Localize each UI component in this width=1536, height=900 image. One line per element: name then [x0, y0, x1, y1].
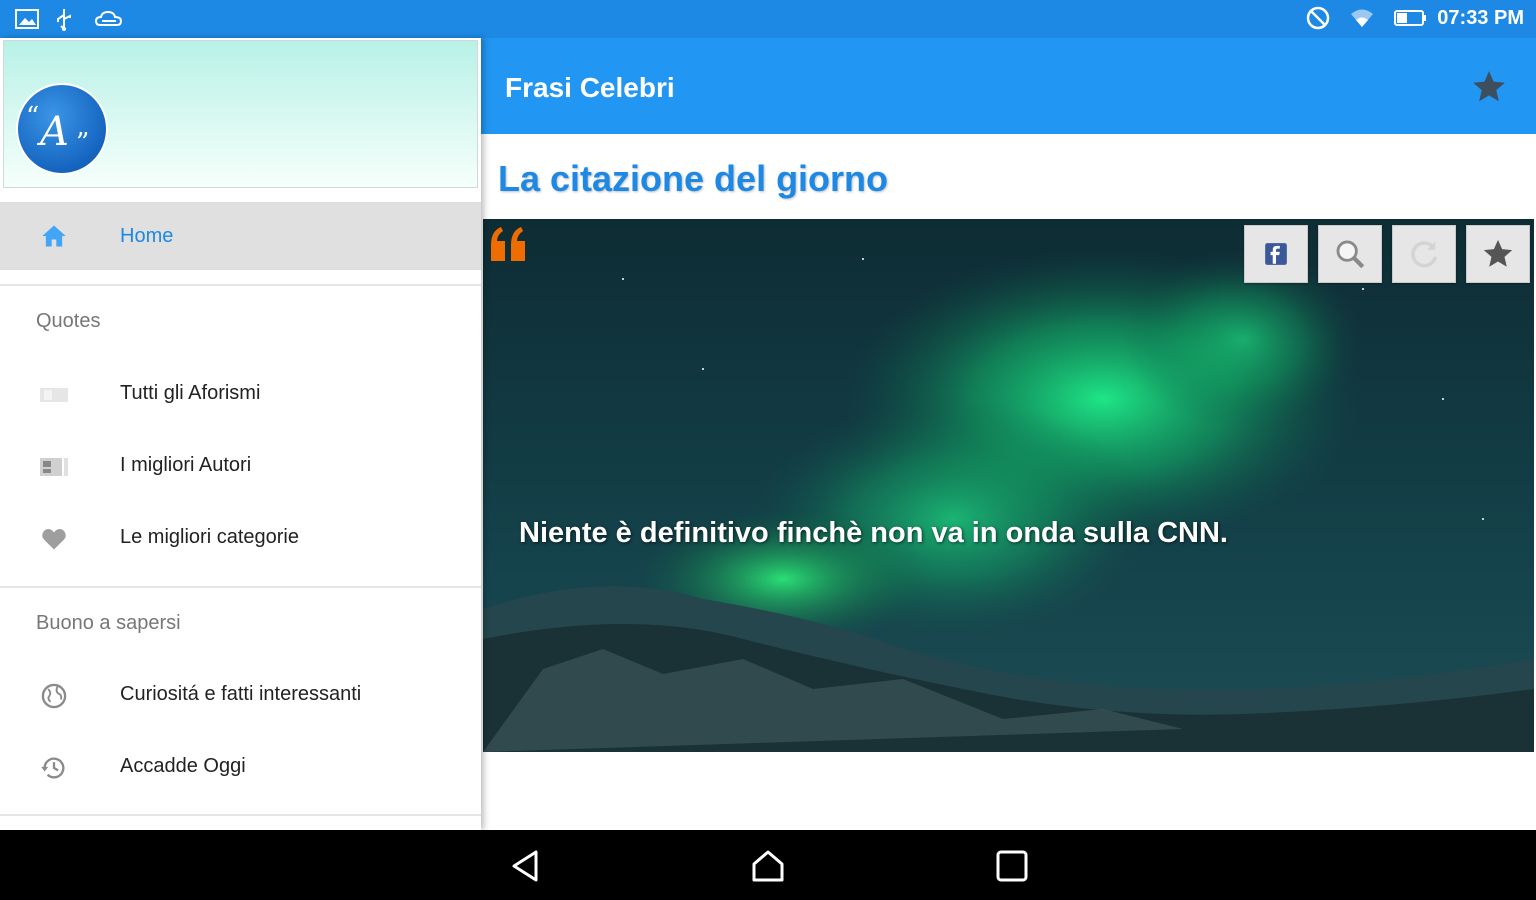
- quote-text: Niente è definitivo finchè non va in ond…: [519, 517, 1228, 549]
- section-header-quotes: Quotes: [36, 310, 101, 332]
- back-icon: [512, 850, 538, 882]
- quote-actions: [1244, 225, 1530, 283]
- contacts-icon: [38, 453, 70, 481]
- navigation-drawer: “ A ” Home Quotes Tutti gli Aforismi I m…: [0, 38, 481, 830]
- page-title: La citazione del giorno: [498, 158, 889, 199]
- app-title: Frasi Celebri: [505, 72, 675, 103]
- globe-icon: [38, 682, 70, 710]
- nav-item-best-authors[interactable]: I migliori Autori: [0, 433, 481, 497]
- section-header-good-to-know: Buono a sapersi: [36, 612, 181, 634]
- heart-icon: [38, 525, 70, 553]
- refresh-icon: [1411, 241, 1438, 268]
- divider: [0, 586, 481, 588]
- wifi-icon: [1349, 6, 1375, 30]
- home-button[interactable]: [750, 848, 786, 884]
- home-icon: [38, 222, 70, 250]
- divider: [0, 284, 481, 286]
- app-bar: Frasi Celebri: [481, 38, 1536, 134]
- recents-button[interactable]: [994, 848, 1030, 884]
- status-bar: 07:33 PM: [0, 0, 1536, 38]
- nav-label-all-aphorisms: Tutti gli Aforismi: [120, 382, 261, 404]
- quote-of-the-day-card: Niente è definitivo finchè non va in ond…: [483, 219, 1534, 752]
- history-icon: [38, 754, 70, 782]
- search-icon: [1336, 240, 1365, 269]
- do-not-disturb-icon: [1305, 6, 1331, 30]
- nav-label-today-in-history: Accadde Oggi: [120, 755, 246, 777]
- refresh-button[interactable]: [1392, 225, 1456, 283]
- nav-label-home: Home: [120, 225, 174, 247]
- nav-item-today-in-history[interactable]: Accadde Oggi: [0, 734, 481, 798]
- quote-mark-icon: [487, 221, 533, 267]
- nav-item-curiosities[interactable]: Curiositá e fatti interessanti: [0, 662, 481, 726]
- star-icon: [1483, 239, 1513, 267]
- nav-item-best-categories[interactable]: Le migliori categorie: [0, 505, 481, 569]
- app-logo: “ A ”: [16, 83, 108, 175]
- battery-icon: [1393, 6, 1427, 30]
- recents-icon: [996, 850, 1028, 882]
- logo-text: A: [36, 109, 69, 155]
- share-facebook-button[interactable]: [1244, 225, 1308, 283]
- usb-icon: [54, 7, 80, 31]
- back-button[interactable]: [508, 848, 544, 884]
- nav-label-curiosities: Curiositá e fatti interessanti: [120, 683, 362, 705]
- drawer-header: “ A ”: [3, 40, 478, 188]
- image-icon: [14, 7, 40, 31]
- favorite-quote-button[interactable]: [1466, 225, 1530, 283]
- clock: 07:33 PM: [1437, 6, 1524, 29]
- aurora-background-image: [483, 219, 1534, 752]
- home-nav-icon: [752, 850, 784, 882]
- nav-label-best-categories: Le migliori categorie: [120, 526, 299, 548]
- nav-label-best-authors: I migliori Autori: [120, 454, 252, 476]
- svg-text:“: “: [26, 102, 39, 132]
- search-button[interactable]: [1318, 225, 1382, 283]
- svg-text:”: ”: [76, 128, 89, 158]
- nav-item-all-aphorisms[interactable]: Tutti gli Aforismi: [0, 361, 481, 425]
- facebook-icon: [1265, 243, 1287, 265]
- system-navigation-bar: [0, 830, 1536, 900]
- nav-item-home[interactable]: Home: [0, 202, 481, 270]
- favorites-star-icon[interactable]: [1470, 68, 1508, 106]
- cloud-icon: [94, 7, 123, 31]
- divider: [0, 814, 481, 816]
- list-icon: [38, 381, 70, 409]
